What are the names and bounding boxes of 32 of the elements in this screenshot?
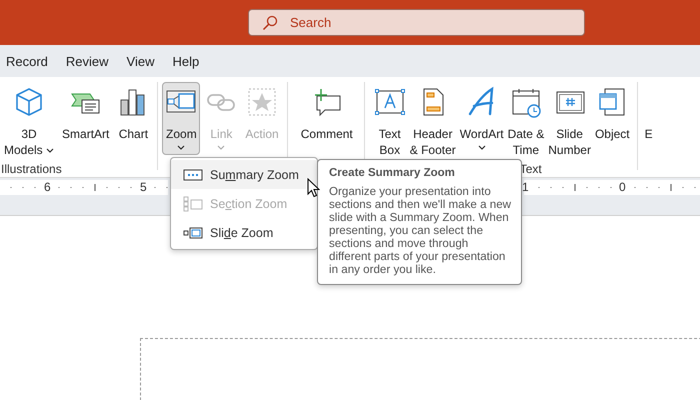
slide-zoom-icon — [183, 224, 203, 240]
calendar-clock-icon — [510, 86, 542, 118]
group-label: Text — [520, 162, 542, 176]
ribbon-button[interactable]: 3D Models — [1, 82, 58, 157]
ribbon-button[interactable]: SmartArt — [59, 82, 112, 157]
ribbon-button[interactable]: Comment — [294, 82, 359, 156]
ruler-number: 6 — [44, 180, 51, 194]
ribbon-button[interactable]: Text Box — [372, 82, 408, 157]
ribbon-button[interactable]: WordArt — [458, 82, 506, 157]
ribbon-button[interactable]: Slide Number — [546, 82, 593, 157]
ribbon-button[interactable]: Object — [592, 82, 632, 157]
ribbon-tab[interactable]: Review — [66, 52, 109, 70]
ribbon-tab[interactable]: Record — [6, 52, 48, 70]
ribbon-button[interactable]: Chart — [114, 82, 152, 157]
search-field[interactable]: Search — [248, 9, 585, 36]
ruler-number: 0 — [619, 180, 626, 194]
ruler-number: 5 — [140, 180, 147, 194]
ribbon-button[interactable]: Date & Time — [506, 82, 546, 157]
tooltip-text: Organize your presentation into sections and then we'll make a new slide with a Summary Zoom. When presenting, you can select the sections and move through different parts of your presentation in any order you like. — [329, 185, 512, 276]
ribbon-button[interactable]: E — [644, 82, 654, 156]
summary-zoom-icon — [183, 166, 203, 182]
section-zoom-icon — [183, 196, 203, 212]
ruler-number: 1 — [522, 180, 529, 194]
ribbon-tab[interactable]: Help — [172, 52, 200, 70]
ribbon-button[interactable]: Zoom — [162, 82, 200, 156]
menu-item[interactable]: Slide Zoom — [171, 218, 317, 247]
group-label: Illustrations — [1, 162, 62, 176]
menu-item[interactable]: Summary Zoom — [171, 160, 317, 189]
text-box-icon — [374, 86, 406, 118]
ribbon-button[interactable]: Header & Footer — [408, 82, 458, 157]
tooltip-title: Create Summary Zoom — [329, 167, 456, 179]
ribbon-tab[interactable]: View — [126, 52, 154, 70]
